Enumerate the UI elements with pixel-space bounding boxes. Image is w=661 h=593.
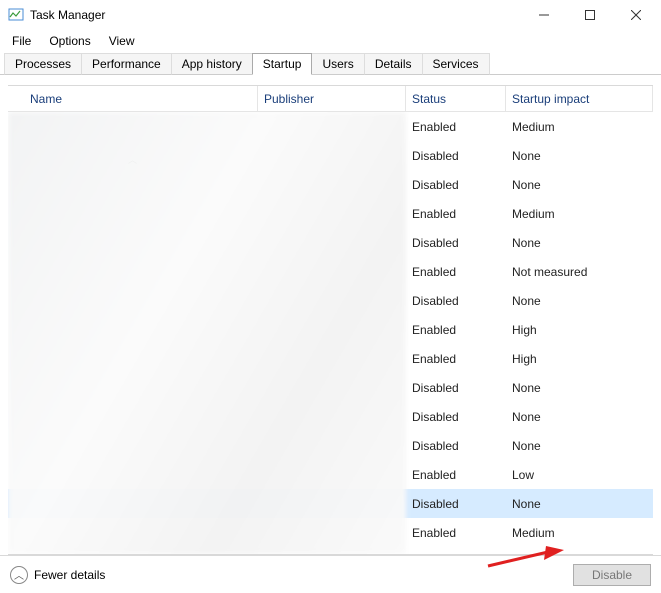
cell-status: Enabled	[406, 207, 506, 221]
tab-details[interactable]: Details	[364, 53, 423, 75]
tab-startup[interactable]: Startup	[252, 53, 313, 75]
cell-impact: None	[506, 381, 653, 395]
maximize-button[interactable]	[567, 0, 613, 30]
tab-users[interactable]: Users	[311, 53, 364, 75]
cell-impact: None	[506, 178, 653, 192]
redacted-overlay	[8, 112, 406, 554]
cell-impact: None	[506, 497, 653, 511]
column-headers: Name Publisher Status Startup impact	[8, 86, 653, 112]
titlebar: Task Manager	[0, 0, 661, 30]
cell-status: Disabled	[406, 149, 506, 163]
cell-impact: None	[506, 149, 653, 163]
menu-options[interactable]: Options	[41, 32, 98, 50]
tab-strip: Processes Performance App history Startu…	[0, 52, 661, 75]
cell-status: Disabled	[406, 178, 506, 192]
cell-impact: Low	[506, 468, 653, 482]
column-header-status[interactable]: Status	[406, 86, 506, 111]
column-header-name[interactable]: Name	[8, 86, 258, 111]
column-header-publisher[interactable]: Publisher	[258, 86, 406, 111]
cell-status: Enabled	[406, 526, 506, 540]
cell-impact: None	[506, 439, 653, 453]
cell-status: Enabled	[406, 323, 506, 337]
window-title: Task Manager	[30, 8, 105, 22]
cell-status: Disabled	[406, 236, 506, 250]
fewer-details-label: Fewer details	[34, 568, 105, 582]
chevron-up-icon: ︿	[10, 566, 28, 584]
startup-grid: Name Publisher Status Startup impact Ena…	[8, 85, 653, 555]
cell-status: Enabled	[406, 468, 506, 482]
cell-impact: Medium	[506, 207, 653, 221]
cell-impact: Medium	[506, 526, 653, 540]
tab-app-history[interactable]: App history	[171, 53, 253, 75]
cell-impact: High	[506, 352, 653, 366]
footer: ︿ Fewer details Disable	[0, 555, 661, 593]
cell-impact: Medium	[506, 120, 653, 134]
cell-status: Disabled	[406, 497, 506, 511]
cell-status: Disabled	[406, 381, 506, 395]
app-icon	[8, 7, 24, 23]
content-area: ︿ Name Publisher Status Startup impact E…	[0, 75, 661, 555]
minimize-button[interactable]	[521, 0, 567, 30]
disable-button[interactable]: Disable	[573, 564, 651, 586]
cell-status: Disabled	[406, 410, 506, 424]
cell-impact: None	[506, 410, 653, 424]
column-header-impact[interactable]: Startup impact	[506, 86, 653, 111]
cell-impact: None	[506, 236, 653, 250]
cell-impact: High	[506, 323, 653, 337]
menu-file[interactable]: File	[4, 32, 39, 50]
cell-status: Disabled	[406, 294, 506, 308]
fewer-details-button[interactable]: ︿ Fewer details	[10, 566, 105, 584]
tab-performance[interactable]: Performance	[81, 53, 172, 75]
tab-processes[interactable]: Processes	[4, 53, 82, 75]
menu-bar: File Options View	[0, 30, 661, 52]
cell-status: Enabled	[406, 265, 506, 279]
cell-status: Disabled	[406, 439, 506, 453]
close-button[interactable]	[613, 0, 659, 30]
cell-status: Enabled	[406, 120, 506, 134]
menu-view[interactable]: View	[101, 32, 143, 50]
window-controls	[521, 0, 659, 30]
tab-services[interactable]: Services	[422, 53, 490, 75]
cell-impact: Not measured	[506, 265, 653, 279]
cell-status: Enabled	[406, 352, 506, 366]
cell-impact: None	[506, 294, 653, 308]
rows-container[interactable]: EnabledMediumDisabledNoneDisabledNoneEna…	[8, 112, 653, 554]
